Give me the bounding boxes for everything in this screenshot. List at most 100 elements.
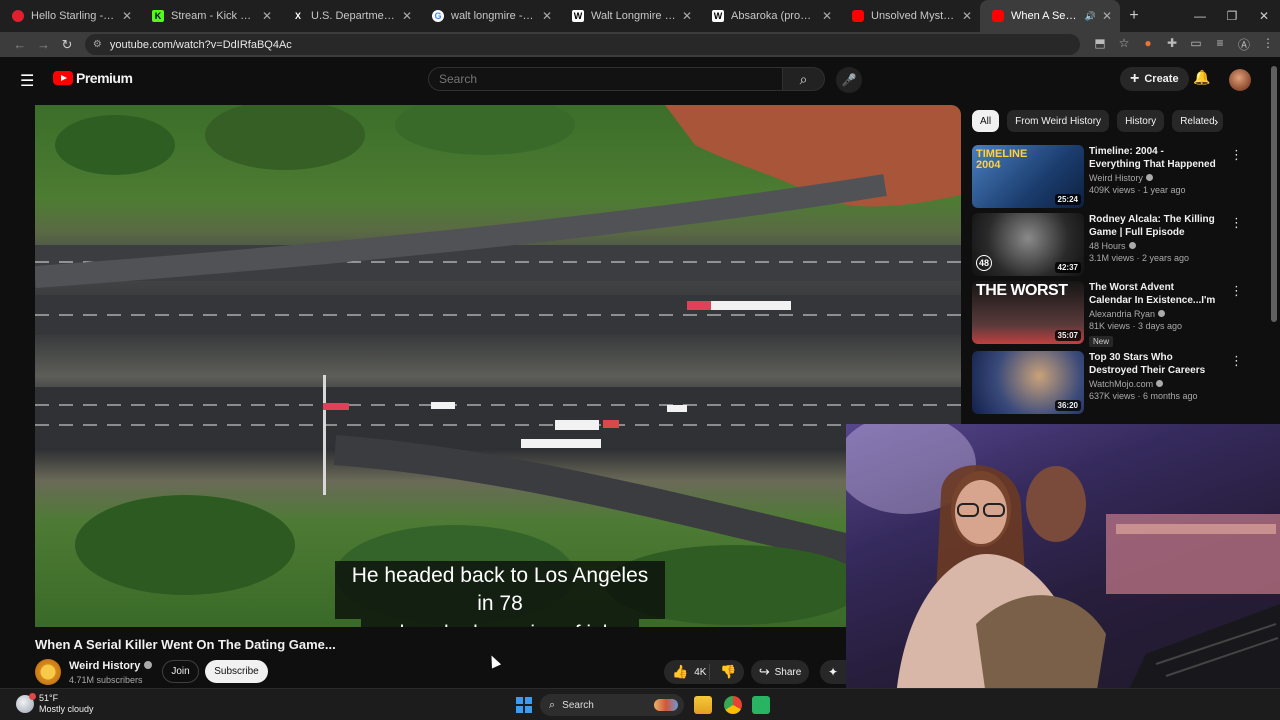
video-captions: He headed back to Los Angeles in 78 and …: [335, 561, 665, 627]
youtube-premium-logo[interactable]: Premium: [53, 70, 133, 86]
recommendation-title[interactable]: The Worst Advent Calendar In Existence..…: [1089, 281, 1217, 307]
tab-wikipedia-longmire[interactable]: WWalt Longmire - Wikipedi✕: [560, 0, 700, 32]
account-avatar[interactable]: [1229, 69, 1251, 91]
create-button[interactable]: + Create: [1120, 67, 1189, 91]
windows-start-icon[interactable]: [516, 697, 532, 713]
verified-icon: [144, 661, 153, 669]
back-arrow-icon[interactable]: ←: [8, 37, 32, 52]
url-field[interactable]: ⚙ youtube.com/watch?v=DdIRfaBQ4Ac: [84, 34, 1080, 55]
tab-serial-killer-video[interactable]: When A Serial Killer W🔊✕: [980, 0, 1120, 32]
close-tab-icon[interactable]: ✕: [1102, 9, 1112, 23]
chip-from-weird-history[interactable]: From Weird History: [1007, 110, 1110, 132]
chrome-icon[interactable]: [724, 696, 742, 714]
recommendation-channel[interactable]: WatchMojo.com: [1089, 379, 1217, 389]
share-button[interactable]: ↪ Share: [751, 660, 809, 684]
verified-icon: [1156, 380, 1164, 387]
close-tab-icon[interactable]: ✕: [262, 9, 272, 23]
recommendation-title[interactable]: Top 30 Stars Who Destroyed Their Careers…: [1089, 351, 1217, 377]
forward-arrow-icon[interactable]: →: [32, 37, 56, 52]
media-icon[interactable]: ≡: [1208, 36, 1232, 53]
recommended-video[interactable]: THE WORST 35:07 The Worst Advent Calenda…: [972, 281, 1272, 347]
taskbar-search[interactable]: ⌕ Search: [540, 694, 684, 716]
verified-icon: [1128, 242, 1136, 249]
video-player[interactable]: He headed back to Los Angeles in 78 and …: [35, 105, 961, 627]
tab-doj[interactable]: XU.S. Department of Justice✕: [280, 0, 420, 32]
recommendation-title[interactable]: Timeline: 2004 - Everything That Happene…: [1089, 145, 1217, 171]
file-explorer-icon[interactable]: [694, 696, 712, 714]
tab-hello-starling[interactable]: Hello Starling - Album by✕: [0, 0, 140, 32]
close-tab-icon[interactable]: ✕: [542, 9, 552, 23]
minimize-icon[interactable]: —: [1184, 0, 1216, 32]
more-options-icon[interactable]: ⋮: [1230, 283, 1243, 299]
recommendation-views: 409K views · 1 year ago: [1089, 185, 1186, 195]
video-thumbnail[interactable]: TIMELINE 2004 25:24: [972, 145, 1084, 208]
recommended-video[interactable]: 48 42:37 Rodney Alcala: The Killing Game…: [972, 213, 1272, 277]
speaker-icon[interactable]: 🔊: [1085, 11, 1096, 22]
weather-widget[interactable]: 51°F Mostly cloudy: [16, 693, 94, 715]
dislike-button[interactable]: 👎: [710, 664, 736, 680]
profile-icon[interactable]: Ⓐ: [1232, 36, 1256, 53]
youtube-icon: [852, 10, 864, 22]
search-highlight-icon: [654, 699, 678, 711]
google-icon: G: [432, 10, 444, 22]
recommendation-channel[interactable]: Alexandria Ryan: [1089, 309, 1217, 319]
app-icon[interactable]: [752, 696, 770, 714]
recommendation-channel[interactable]: 48 Hours: [1089, 241, 1217, 251]
chip-all[interactable]: All: [972, 110, 1000, 132]
bookmark-star-icon[interactable]: ☆: [1112, 36, 1136, 53]
tab-kick-dashboard[interactable]: KStream - Kick Dashboard✕: [140, 0, 280, 32]
join-button[interactable]: Join: [162, 660, 199, 683]
page-scrollbar[interactable]: [1271, 66, 1277, 322]
tab-wikipedia-absaroka[interactable]: WAbsaroka (proposed state✕: [700, 0, 840, 32]
video-thumbnail[interactable]: 48 42:37: [972, 213, 1084, 276]
new-tab-button[interactable]: +: [1120, 7, 1148, 25]
verified-icon: [1158, 310, 1166, 317]
close-tab-icon[interactable]: ✕: [962, 9, 972, 23]
wikipedia-icon: W: [712, 10, 724, 22]
tab-google-search[interactable]: Gwalt longmire - Google Se✕: [420, 0, 560, 32]
notifications-bell-icon[interactable]: 🔔: [1193, 69, 1210, 86]
more-options-icon[interactable]: ⋮: [1230, 147, 1243, 163]
maximize-icon[interactable]: ❐: [1216, 0, 1248, 32]
site-info-icon[interactable]: ⚙: [93, 39, 102, 50]
close-tab-icon[interactable]: ✕: [682, 9, 692, 23]
thumbs-up-icon: 👍: [672, 664, 689, 679]
tab-unsolved-mysteries[interactable]: Unsolved Mysteries | Robe✕: [840, 0, 980, 32]
plus-icon: +: [1130, 70, 1140, 87]
close-tab-icon[interactable]: ✕: [122, 9, 132, 23]
hamburger-menu-icon[interactable]: ☰: [20, 71, 34, 91]
extensions-puzzle-icon[interactable]: ✚: [1160, 36, 1184, 53]
channel-name[interactable]: Weird History: [69, 660, 153, 672]
recommendation-channel[interactable]: Weird History: [1089, 173, 1217, 183]
video-thumbnail[interactable]: 36:20: [972, 351, 1084, 414]
video-thumbnail[interactable]: THE WORST 35:07: [972, 281, 1084, 344]
toolbar-icons: ⬒ ☆ ● ✚ ▭ ≡ Ⓐ ⋮: [1088, 36, 1280, 53]
like-button[interactable]: 👍 4K: [664, 664, 710, 680]
install-icon[interactable]: ⬒: [1088, 36, 1112, 53]
browser-menu-icon[interactable]: ⋮: [1256, 36, 1280, 53]
extension-flame-icon[interactable]: ●: [1136, 36, 1160, 53]
recommended-video[interactable]: 36:20 Top 30 Stars Who Destroyed Their C…: [972, 351, 1272, 415]
duration-badge: 36:20: [1054, 400, 1081, 411]
subscriber-count: 4.71M subscribers: [69, 675, 143, 685]
voice-search-button[interactable]: 🎤: [836, 67, 862, 93]
chip-history[interactable]: History: [1117, 110, 1165, 132]
x-icon: X: [294, 11, 301, 21]
reload-icon[interactable]: ↻: [55, 37, 79, 53]
search-button[interactable]: ⌕: [783, 67, 825, 91]
more-options-icon[interactable]: ⋮: [1230, 353, 1243, 369]
ask-ai-button[interactable]: ✦: [820, 660, 846, 684]
music-icon: [12, 10, 24, 22]
channel-avatar[interactable]: [35, 659, 61, 685]
close-tab-icon[interactable]: ✕: [822, 9, 832, 23]
more-options-icon[interactable]: ⋮: [1230, 215, 1243, 231]
recommended-video[interactable]: TIMELINE 2004 25:24 Timeline: 2004 - Eve…: [972, 145, 1272, 209]
recommendation-title[interactable]: Rodney Alcala: The Killing Game | Full E…: [1089, 213, 1217, 239]
webcam-feed: [846, 424, 1280, 696]
close-tab-icon[interactable]: ✕: [402, 9, 412, 23]
chevron-right-icon[interactable]: ›: [1214, 114, 1218, 129]
close-window-icon[interactable]: ✕: [1248, 0, 1280, 32]
subscribe-button[interactable]: Subscribe: [205, 660, 268, 683]
search-input[interactable]: [428, 67, 783, 91]
sidebar-icon[interactable]: ▭: [1184, 36, 1208, 53]
